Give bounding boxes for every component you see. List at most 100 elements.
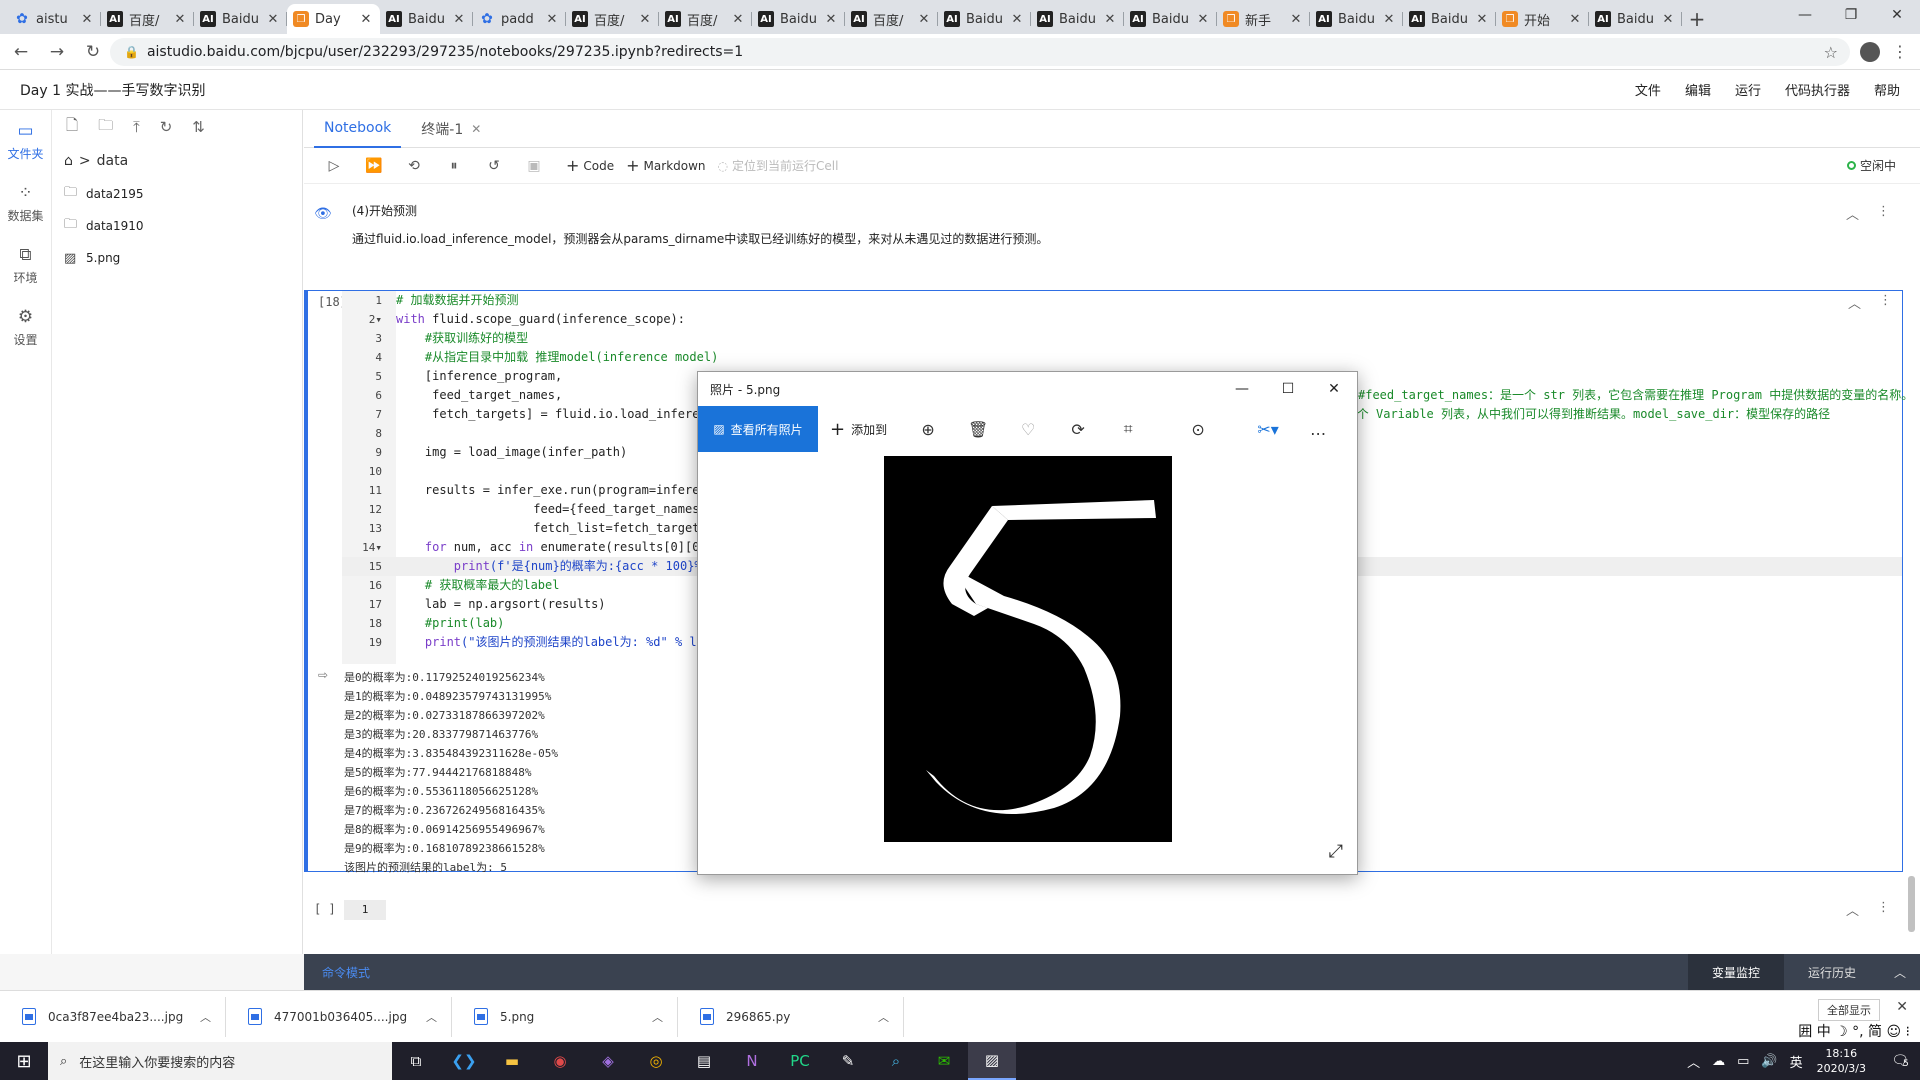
fullscreen-icon[interactable]: ⤢ [1329, 841, 1343, 862]
notebook-tab[interactable]: Notebook [314, 110, 402, 148]
favorite-heart-icon[interactable]: ♡ [1003, 420, 1053, 439]
view-all-photos-button[interactable]: ▨ 查看所有照片 [698, 406, 818, 452]
show-all-downloads-button[interactable]: 全部显示 [1818, 999, 1880, 1021]
add-markdown-button[interactable]: + Markdown [626, 156, 705, 175]
add-code-button[interactable]: + Code [566, 156, 614, 175]
file-explorer-icon[interactable]: ▬ [488, 1042, 536, 1080]
windows-start-icon[interactable]: ⊞ [0, 1042, 48, 1080]
collapse-cell-icon[interactable]: ︿ [1846, 900, 1859, 919]
rail-item[interactable]: ⧉ 环境 [0, 234, 51, 296]
pycharm-icon[interactable]: PC [776, 1042, 824, 1080]
collapse-cell-icon[interactable]: ︿ [1846, 204, 1859, 223]
ime-icon[interactable]: 英 [1790, 1052, 1803, 1071]
minimize-icon[interactable]: — [1219, 372, 1265, 406]
download-item[interactable]: 477001b036405....jpg ︿ [226, 996, 452, 1037]
expand-panel-icon[interactable]: ︿ [1880, 954, 1920, 990]
tab-close-icon[interactable]: ✕ [1474, 12, 1490, 27]
rail-item[interactable]: ⚙ 设置 [0, 296, 51, 358]
ime-toolbar[interactable]: 囲 中 ☽ °, 简 ☺ ⁝ [1798, 1021, 1910, 1041]
tab-close-icon[interactable]: ✕ [1288, 12, 1304, 27]
delete-icon[interactable]: 🗑 [953, 420, 1003, 439]
browser-tab[interactable]: AI Baidu ✕ [1124, 4, 1217, 34]
wechat-icon[interactable]: ✉ [920, 1042, 968, 1080]
new-tab-button[interactable]: + [1682, 4, 1712, 34]
app-icon-search[interactable]: ⌕ [872, 1042, 920, 1080]
forward-icon[interactable]: → [42, 37, 72, 67]
browser-menu-icon[interactable]: ⋮ [1892, 42, 1908, 61]
volume-icon[interactable]: 🔊 [1761, 1054, 1777, 1069]
run-icon[interactable]: ▷ [314, 158, 354, 174]
notepad-icon[interactable]: ✎ [824, 1042, 872, 1080]
browser-tab[interactable]: AI Baidu ✕ [1031, 4, 1124, 34]
file-item[interactable]: 🗀 data2195 [52, 178, 302, 210]
url-input[interactable]: 🔒 aistudio.baidu.com/bjcpu/user/232293/2… [110, 38, 1850, 66]
notebook-tab[interactable]: 终端-1 ✕ [411, 110, 491, 148]
tray-chevron-icon[interactable]: ︿ [1687, 1052, 1700, 1071]
file-item[interactable]: ▨ 5.png [52, 242, 302, 274]
close-downloads-icon[interactable]: ✕ [1896, 999, 1908, 1015]
code-line[interactable]: 1 # 加载数据并开始预测 [342, 291, 1902, 310]
breadcrumb-data[interactable]: data [97, 153, 129, 169]
tab-close-icon[interactable]: ✕ [1660, 12, 1676, 27]
scrollbar-thumb[interactable] [1908, 876, 1915, 932]
battery-icon[interactable]: ▭ [1737, 1054, 1749, 1069]
tab-close-icon[interactable]: ✕ [265, 12, 281, 27]
tab-close-icon[interactable]: ✕ [730, 12, 746, 27]
browser-tab[interactable]: ❒ 开始 ✕ [1496, 4, 1589, 34]
browser-tab[interactable]: AI 百度/ ✕ [845, 4, 938, 34]
clock[interactable]: 18:16 2020/3/3 [1817, 1046, 1866, 1076]
download-item[interactable]: 296865.py ︿ [678, 996, 904, 1037]
restart-run-icon[interactable]: ⟲ [394, 158, 434, 174]
run-history-tab[interactable]: 运行历史 [1784, 954, 1880, 990]
download-item[interactable]: 0ca3f87ee4ba23....jpg ︿ [0, 996, 226, 1037]
browser-tab[interactable]: AI Baidu ✕ [194, 4, 287, 34]
browser-tab[interactable]: AI 百度/ ✕ [566, 4, 659, 34]
photos-icon[interactable]: ▨ [968, 1042, 1016, 1080]
rail-item[interactable]: ▭ 文件夹 [0, 110, 51, 172]
browser-tab[interactable]: ✿ aistu ✕ [8, 4, 101, 34]
chevron-up-icon[interactable]: ︿ [652, 1009, 663, 1025]
browser-tab[interactable]: AI Baidu ✕ [1310, 4, 1403, 34]
menu-item[interactable]: 帮助 [1874, 80, 1900, 99]
vscode-icon[interactable]: ❮❯ [440, 1042, 488, 1080]
save-icon[interactable]: ▣ [514, 158, 554, 174]
enhance-icon[interactable]: ⊙ [1173, 420, 1223, 439]
rotate-icon[interactable]: ⟳ [1053, 420, 1103, 439]
zoom-icon[interactable]: ⊕ [903, 420, 953, 439]
upload-icon[interactable]: ⤒ [133, 118, 140, 136]
cell-menu-icon[interactable]: ⋮ [1877, 204, 1890, 223]
profile-avatar[interactable] [1860, 42, 1880, 62]
browser-tab[interactable]: AI 百度/ ✕ [101, 4, 194, 34]
browser-tab[interactable]: AI Baidu ✕ [380, 4, 473, 34]
edit-draw-icon[interactable]: ✂▾ [1243, 420, 1293, 439]
browser-tab[interactable]: AI Baidu ✕ [1589, 4, 1682, 34]
tab-close-icon[interactable]: ✕ [1195, 12, 1211, 27]
tab-close-icon[interactable]: ✕ [1381, 12, 1397, 27]
tab-close-icon[interactable]: ✕ [358, 12, 374, 27]
menu-item[interactable]: 文件 [1635, 80, 1661, 99]
tab-close-icon[interactable]: ✕ [79, 12, 95, 27]
code-line[interactable]: 2▾ with fluid.scope_guard(inference_scope… [342, 310, 1902, 329]
task-view-icon[interactable]: ⧉ [392, 1042, 440, 1080]
browser-tab[interactable]: ✿ padd ✕ [473, 4, 566, 34]
close-icon[interactable]: ✕ [1311, 372, 1357, 406]
browser-tab[interactable]: ❒ Day ✕ [287, 4, 380, 34]
notebook-scrollbar[interactable] [1906, 186, 1916, 948]
run-all-icon[interactable]: ⏩ [354, 158, 394, 174]
reload-icon[interactable]: ↻ [78, 37, 108, 67]
collapse-cell-icon[interactable]: ︿ [1848, 293, 1861, 312]
tab-close-icon[interactable]: ✕ [544, 12, 560, 27]
tab-close-icon[interactable]: ✕ [1102, 12, 1118, 27]
browser-tab[interactable]: ❒ 新手 ✕ [1217, 4, 1310, 34]
cell-menu-icon[interactable]: ⋮ [1877, 900, 1890, 919]
chevron-up-icon[interactable]: ︿ [878, 1009, 889, 1025]
chrome-icon[interactable]: ◎ [632, 1042, 680, 1080]
tab-close-icon[interactable]: ✕ [823, 12, 839, 27]
download-item[interactable]: 5.png ︿ [452, 996, 678, 1037]
back-icon[interactable]: ← [6, 37, 36, 67]
close-icon[interactable]: ✕ [471, 122, 481, 136]
locate-cell-button[interactable]: ◌ 定位到当前运行Cell [718, 157, 839, 174]
empty-code-cell[interactable]: [ ] 1 ︿ ⋮ [304, 898, 1900, 922]
code-line[interactable]: 3 #获取训练好的模型 [342, 329, 1902, 348]
code-line[interactable]: 4 #从指定目录中加载 推理model(inference model) [342, 348, 1902, 367]
